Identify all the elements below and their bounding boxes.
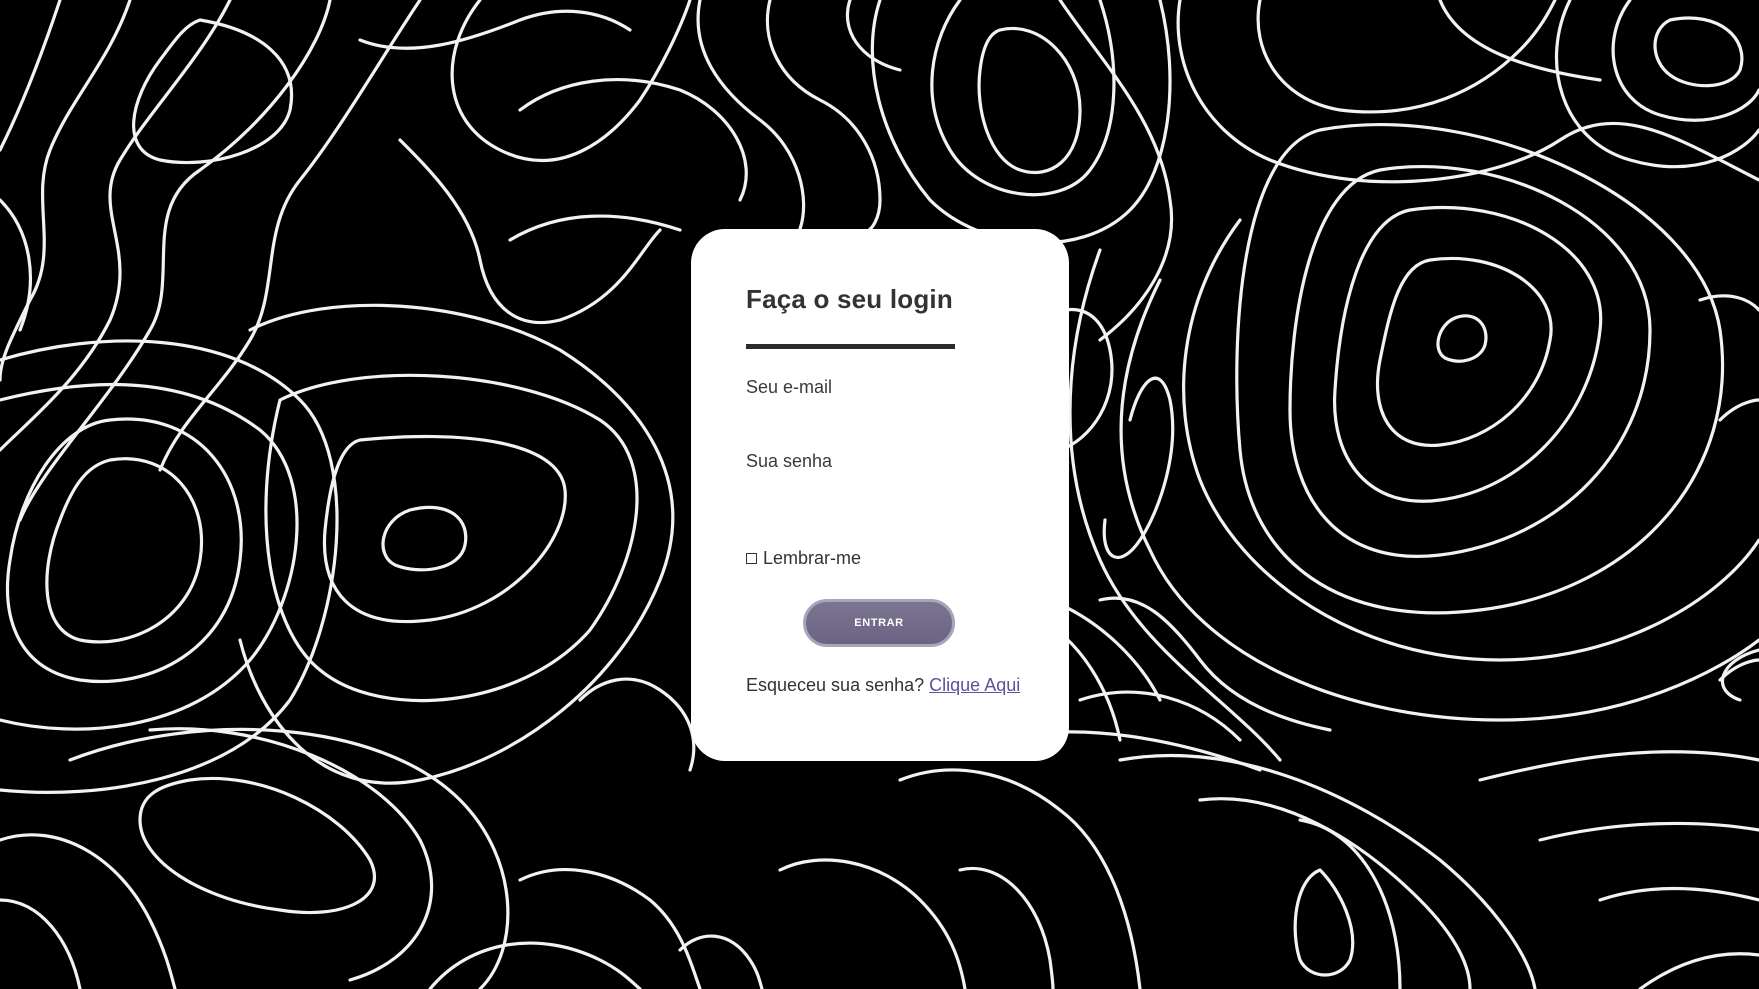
email-field[interactable] [746,406,1014,446]
remember-me-row[interactable]: Lembrar-me [746,547,1069,569]
login-title: Faça o seu login [746,284,953,314]
empty-checkbox-icon[interactable] [746,552,757,564]
forgot-password-row: Esqueceu sua senha? Clique Aqui [746,674,1069,696]
password-field[interactable] [746,480,1014,520]
title-underline [746,344,955,349]
forgot-password-text: Esqueceu sua senha? [746,675,925,695]
password-label: Sua senha [746,451,833,471]
email-label: Seu e-mail [746,377,833,397]
enter-button[interactable]: ENTRAR [803,599,955,647]
remember-me-label[interactable]: Lembrar-me [763,547,861,569]
login-card: Faça o seu login Seu e-mail Sua senha Le… [691,229,1069,761]
forgot-password-link[interactable]: Clique Aqui [929,675,1020,695]
